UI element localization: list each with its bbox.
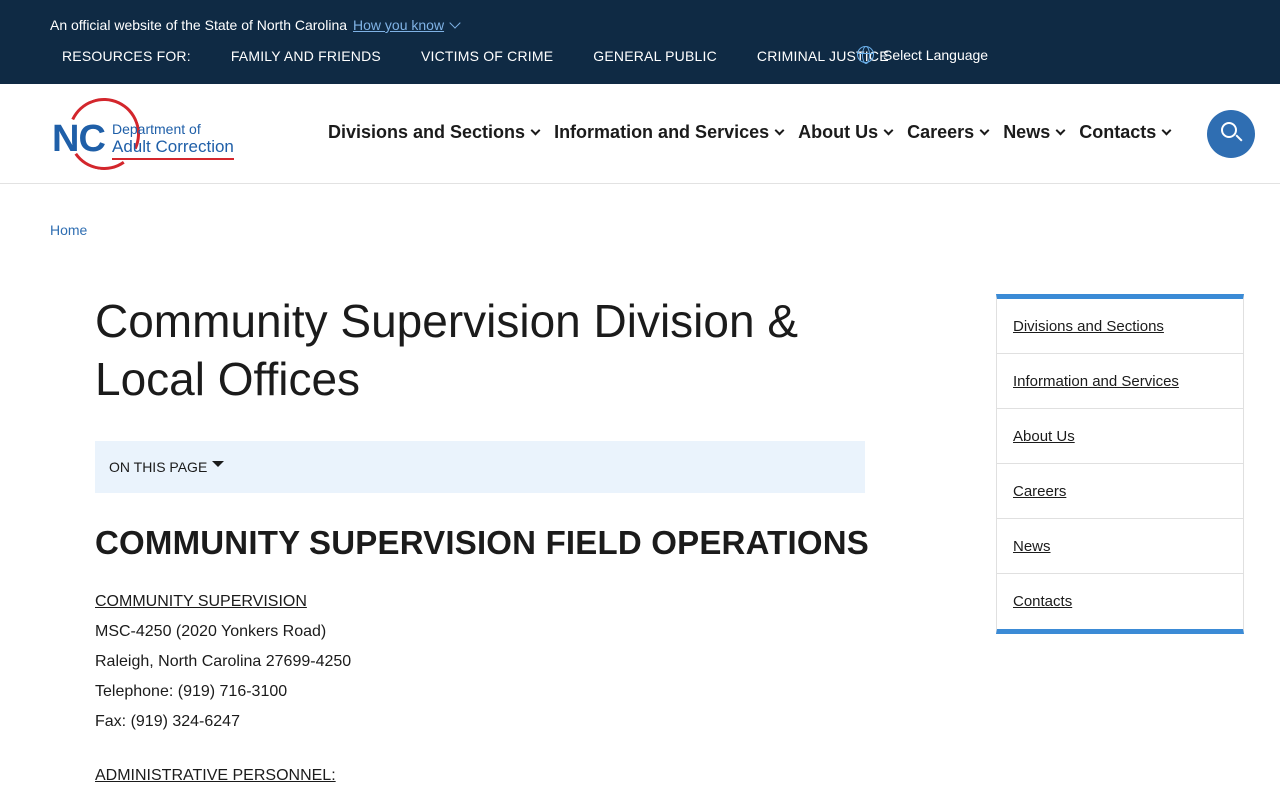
nav-news[interactable]: News bbox=[1003, 122, 1066, 143]
sidebar-item-careers[interactable]: Careers bbox=[997, 464, 1243, 519]
chevron-down-icon bbox=[449, 16, 461, 29]
sidebar-item-divisions-and-sections[interactable]: Divisions and Sections bbox=[997, 299, 1243, 354]
nav-divisions-and-sections[interactable]: Divisions and Sections bbox=[328, 122, 541, 143]
contact-telephone: Telephone: (919) 716-3100 bbox=[95, 683, 288, 700]
site-header: NC Department of Adult Correction Divisi… bbox=[0, 84, 1280, 184]
nav-label: Divisions and Sections bbox=[328, 122, 526, 142]
resource-family-and-friends[interactable]: FAMILY AND FRIENDS bbox=[231, 48, 381, 64]
globe-icon bbox=[857, 46, 874, 64]
contact-heading: COMMUNITY SUPERVISION bbox=[95, 593, 307, 610]
search-button[interactable] bbox=[1207, 110, 1255, 158]
logo-line2: Adult Correction bbox=[112, 137, 234, 160]
nav-label: Careers bbox=[907, 122, 975, 142]
chevron-down-icon bbox=[883, 125, 894, 136]
nav-label: News bbox=[1003, 122, 1051, 142]
resource-general-public[interactable]: GENERAL PUBLIC bbox=[593, 48, 717, 64]
chevron-down-icon bbox=[774, 125, 785, 136]
resource-victims-of-crime[interactable]: VICTIMS OF CRIME bbox=[421, 48, 553, 64]
contact-address-line1: MSC-4250 (2020 Yonkers Road) bbox=[95, 623, 327, 640]
search-icon-handle bbox=[1235, 134, 1243, 142]
caret-down-icon bbox=[212, 461, 225, 467]
breadcrumb: Home bbox=[50, 222, 87, 238]
contact-block: COMMUNITY SUPERVISION MSC-4250 (2020 Yon… bbox=[95, 587, 351, 737]
chevron-down-icon bbox=[1161, 125, 1172, 136]
on-this-page-label: ON THIS PAGE bbox=[109, 459, 208, 475]
logo-line1: Department of bbox=[112, 121, 201, 137]
chevron-down-icon bbox=[979, 125, 990, 136]
nav-label: Contacts bbox=[1079, 122, 1157, 142]
site-logo[interactable]: NC Department of Adult Correction bbox=[50, 87, 250, 181]
admin-personnel-heading: ADMINISTRATIVE PERSONNEL: bbox=[95, 767, 336, 784]
resources-nav: RESOURCES FOR: FAMILY AND FRIENDS VICTIM… bbox=[62, 48, 929, 64]
official-text: An official website of the State of Nort… bbox=[50, 17, 348, 33]
nav-about-us[interactable]: About Us bbox=[798, 122, 894, 143]
nav-information-and-services[interactable]: Information and Services bbox=[554, 122, 785, 143]
official-notice: An official website of the State of Nort… bbox=[50, 16, 461, 33]
nav-careers[interactable]: Careers bbox=[907, 122, 990, 143]
how-you-know-link[interactable]: How you know bbox=[353, 16, 461, 33]
breadcrumb-home[interactable]: Home bbox=[50, 222, 87, 238]
sidebar-item-news[interactable]: News bbox=[997, 519, 1243, 574]
sidebar-item-information-and-services[interactable]: Information and Services bbox=[997, 354, 1243, 409]
contact-fax: Fax: (919) 324-6247 bbox=[95, 713, 240, 730]
sidebar-nav: Divisions and Sections Information and S… bbox=[996, 294, 1244, 634]
section-heading: COMMUNITY SUPERVISION FIELD OPERATIONS bbox=[95, 524, 870, 561]
chevron-down-icon bbox=[1055, 125, 1066, 136]
logo-nc: NC bbox=[52, 118, 106, 160]
language-label: Select Language bbox=[883, 46, 989, 63]
on-this-page-toggle[interactable]: ON THIS PAGE bbox=[95, 441, 865, 493]
page-title: Community Supervision Division & Local O… bbox=[95, 295, 799, 405]
sidebar-item-about-us[interactable]: About Us bbox=[997, 409, 1243, 464]
nav-contacts[interactable]: Contacts bbox=[1079, 122, 1172, 143]
main-navigation: Divisions and Sections Information and S… bbox=[328, 122, 1185, 143]
how-you-know-label: How you know bbox=[353, 17, 445, 33]
sidebar-item-contacts[interactable]: Contacts bbox=[997, 574, 1243, 629]
official-banner: An official website of the State of Nort… bbox=[0, 0, 1280, 84]
chevron-down-icon bbox=[530, 125, 541, 136]
contact-address-line2: Raleigh, North Carolina 27699-4250 bbox=[95, 653, 352, 670]
nav-label: Information and Services bbox=[554, 122, 770, 142]
language-selector[interactable]: Select Language bbox=[857, 46, 989, 64]
nav-label: About Us bbox=[798, 122, 879, 142]
resources-label: RESOURCES FOR: bbox=[62, 48, 191, 64]
